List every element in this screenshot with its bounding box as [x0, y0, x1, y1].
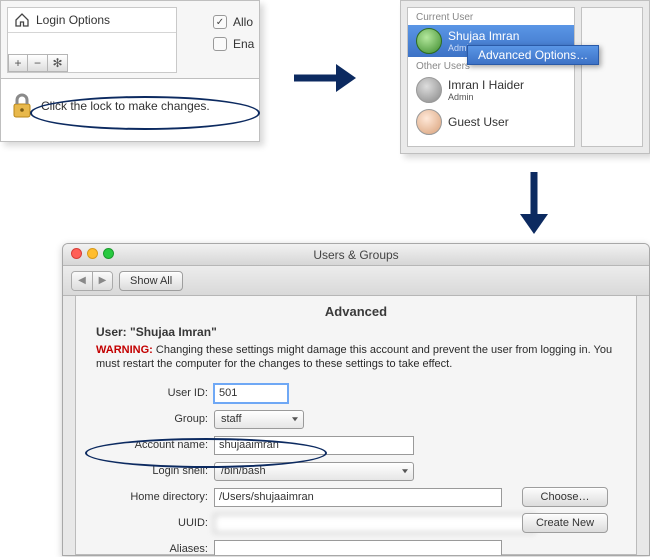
section-current-user: Current User	[408, 8, 574, 25]
show-all-button[interactable]: Show All	[119, 271, 183, 291]
allow-checkbox[interactable]: ✓	[213, 15, 227, 29]
choose-button[interactable]: Choose…	[522, 487, 608, 507]
titlebar: Users & Groups	[63, 244, 649, 266]
create-new-button[interactable]: Create New	[522, 513, 608, 533]
label-home-dir: Home directory:	[92, 491, 214, 503]
window-controls	[71, 248, 114, 259]
toolbar: ◀ ▶ Show All	[63, 266, 649, 296]
forward-button[interactable]: ▶	[92, 272, 112, 290]
home-icon	[14, 12, 30, 28]
advanced-sheet: Advanced User: "Shujaa Imran" WARNING: C…	[75, 296, 637, 555]
window-title: Users & Groups	[313, 248, 398, 262]
user-line: User: "Shujaa Imran"	[96, 325, 620, 339]
user-id-field[interactable]: 501	[214, 384, 288, 403]
home-dir-field[interactable]: /Users/shujaaimran	[214, 488, 502, 507]
warning-block: WARNING: Changing these settings might d…	[96, 343, 620, 371]
detail-pane	[581, 7, 643, 147]
label-group: Group:	[92, 413, 214, 425]
warning-text: Changing these settings might damage thi…	[96, 344, 612, 370]
lock-icon	[11, 93, 33, 119]
login-sidebar: Login Options + − ✻	[7, 7, 177, 73]
annotation-circle-lock	[30, 96, 260, 130]
window-body: Advanced User: "Shujaa Imran" WARNING: C…	[63, 296, 649, 555]
user-name: Imran I Haider	[448, 79, 524, 92]
gear-icon: ✻	[52, 56, 62, 70]
gear-button[interactable]: ✻	[48, 54, 68, 72]
avatar	[416, 109, 442, 135]
label-user-id: User ID:	[92, 387, 214, 399]
sheet-heading: Advanced	[76, 304, 636, 319]
user-name-quoted: "Shujaa Imran"	[130, 325, 217, 339]
user-prefix: User:	[96, 325, 130, 339]
minimize-button[interactable]	[87, 248, 98, 259]
allow-label: Allo	[233, 15, 253, 29]
remove-user-button[interactable]: −	[28, 54, 48, 72]
arrow-down-icon	[514, 168, 554, 238]
user-name: Guest User	[448, 116, 509, 129]
enable-label: Ena	[233, 37, 254, 51]
add-user-button[interactable]: +	[8, 54, 28, 72]
sidebar-btn-row: + − ✻	[8, 54, 68, 72]
user-role: Admin	[448, 92, 524, 102]
avatar	[416, 77, 442, 103]
zoom-button[interactable]	[103, 248, 114, 259]
avatar	[416, 28, 442, 54]
label-uuid: UUID:	[92, 517, 214, 529]
label-aliases: Aliases:	[92, 543, 214, 555]
user-row-guest[interactable]: Guest User	[408, 106, 574, 138]
checkbox-area: ✓ Allo Ena	[213, 11, 254, 55]
advanced-window: Users & Groups ◀ ▶ Show All Advanced Use…	[62, 243, 650, 556]
back-button[interactable]: ◀	[72, 272, 92, 290]
group-select[interactable]: staff	[214, 410, 304, 429]
user-list: Current User Shujaa Imran Admin Other Us…	[407, 7, 575, 147]
warning-label: WARNING:	[96, 344, 153, 356]
aliases-field[interactable]	[214, 540, 502, 556]
user-row-other[interactable]: Imran I Haider Admin	[408, 74, 574, 106]
panel1-upper: Login Options + − ✻ ✓ Allo Ena	[1, 1, 259, 79]
context-menu-advanced-options[interactable]: Advanced Options…	[467, 45, 599, 65]
users-list-panel: Current User Shujaa Imran Admin Other Us…	[400, 0, 650, 154]
nav-segment: ◀ ▶	[71, 271, 113, 291]
uuid-field[interactable]	[214, 514, 534, 533]
close-button[interactable]	[71, 248, 82, 259]
enable-checkbox[interactable]	[213, 37, 227, 51]
arrow-right-icon	[290, 58, 360, 98]
login-options-label: Login Options	[36, 13, 110, 27]
user-name: Shujaa Imran	[448, 30, 519, 43]
login-options[interactable]: Login Options	[8, 8, 176, 33]
annotation-circle-account-name	[85, 438, 327, 468]
